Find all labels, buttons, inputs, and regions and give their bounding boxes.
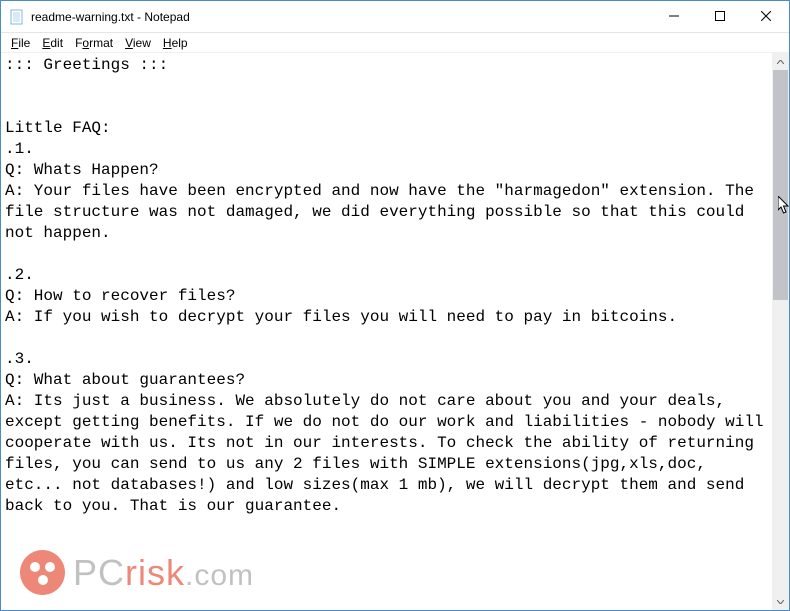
- menu-format[interactable]: Format: [69, 35, 119, 51]
- chevron-up-icon: [777, 60, 784, 64]
- scroll-up-arrow[interactable]: [772, 53, 789, 70]
- close-icon: [761, 11, 771, 21]
- window-title: readme-warning.txt - Notepad: [31, 10, 651, 24]
- menubar: File Edit Format View Help: [1, 33, 789, 53]
- close-button[interactable]: [743, 1, 789, 31]
- notepad-window: readme-warning.txt - Notepad File E: [0, 0, 790, 611]
- menu-edit[interactable]: Edit: [36, 35, 69, 51]
- text-editor[interactable]: ::: Greetings ::: Little FAQ: .1. Q: Wha…: [1, 53, 772, 610]
- notepad-icon: [9, 9, 25, 25]
- minimize-button[interactable]: [651, 1, 697, 31]
- minimize-icon: [669, 11, 679, 21]
- maximize-icon: [715, 11, 725, 21]
- vertical-scrollbar[interactable]: [772, 53, 789, 610]
- menu-view[interactable]: View: [119, 35, 157, 51]
- scroll-track[interactable]: [772, 70, 789, 593]
- maximize-button[interactable]: [697, 1, 743, 31]
- menu-help[interactable]: Help: [157, 35, 194, 51]
- menu-file[interactable]: File: [5, 35, 36, 51]
- scroll-thumb[interactable]: [773, 70, 788, 300]
- content-area: ::: Greetings ::: Little FAQ: .1. Q: Wha…: [1, 53, 789, 610]
- chevron-down-icon: [777, 600, 784, 604]
- titlebar[interactable]: readme-warning.txt - Notepad: [1, 1, 789, 33]
- window-controls: [651, 1, 789, 32]
- scroll-down-arrow[interactable]: [772, 593, 789, 610]
